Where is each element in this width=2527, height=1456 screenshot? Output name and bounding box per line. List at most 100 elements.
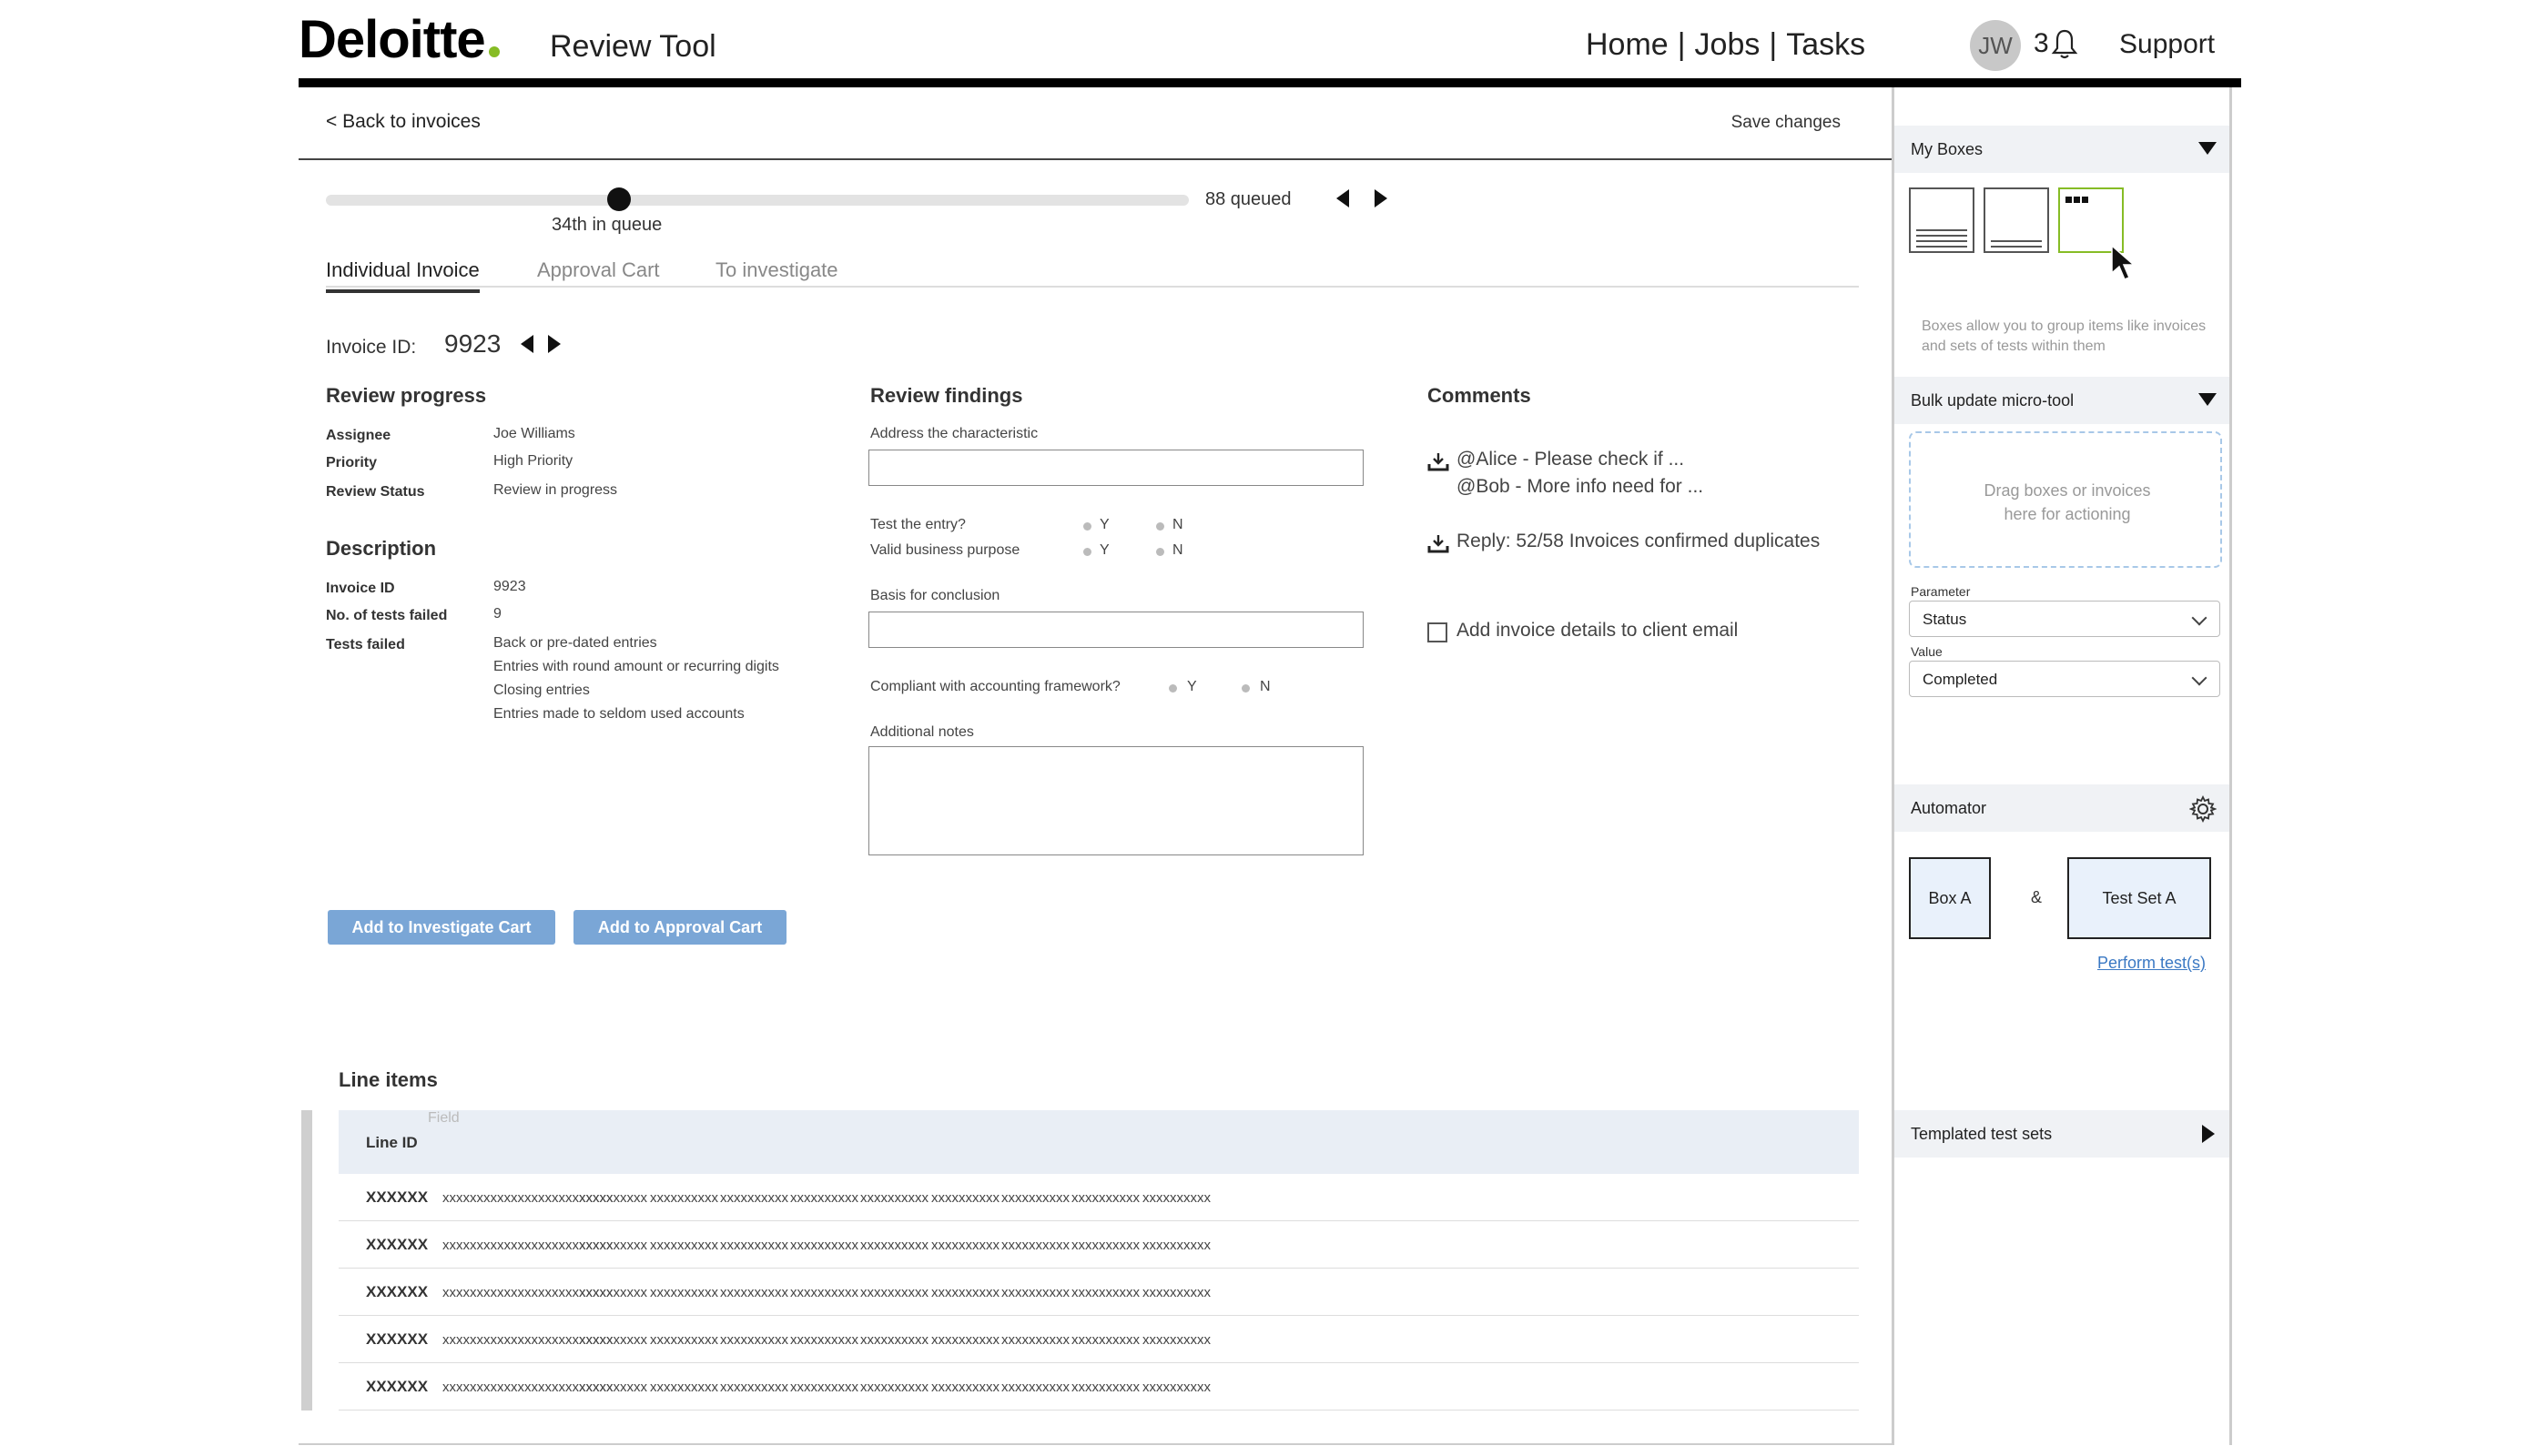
table-cell: xxxxxxxxxx [720,1190,788,1206]
table-cell: xxxxxxxxxx [860,1380,929,1395]
table-cell: xxxxxxxxxx [860,1285,929,1300]
box-thumbnail[interactable] [1909,187,1974,253]
test-entry-label: Test the entry? [870,517,966,532]
add-to-approval-cart-button[interactable]: Add to Approval Cart [573,910,787,945]
invoice-id-desc-label: Invoice ID [326,581,395,596]
table-cell: xxxxxxxxxx [650,1238,718,1253]
tab-approval-cart[interactable]: Approval Cart [537,258,660,289]
review-progress-title: Review progress [326,384,487,407]
next-invoice-arrow-icon[interactable] [548,335,561,353]
comment-thread-line[interactable]: @Alice - Please check if ... [1456,446,1684,473]
table-cell: xxxxxxxxxx [720,1285,788,1300]
valid-purpose-no-radio[interactable] [1156,548,1164,556]
line-id-cell: XXXXXX [366,1283,429,1300]
table-cell: xxxxxxxxxx [790,1190,858,1206]
valid-purpose-label: Valid business purpose [870,542,1020,558]
collapse-icon[interactable] [2198,393,2217,406]
logo-dot [488,46,500,57]
parameter-select[interactable]: Status [1909,601,2220,637]
next-arrow-icon[interactable] [1375,189,1387,207]
download-icon [1427,535,1449,553]
table-cell: xxxxxxxxxx [860,1332,929,1348]
back-to-invoices-link[interactable]: < Back to invoices [326,111,481,133]
line-items-scrollbar[interactable] [301,1110,312,1410]
app-title: Review Tool [550,29,716,64]
collapse-icon[interactable] [2198,142,2217,155]
box-thumbnail[interactable] [1984,187,2049,253]
table-cell: xxxxxxxxxx [650,1380,718,1395]
table-cell: xxxxxxxxxx [1142,1190,1211,1206]
additional-notes-textarea[interactable] [868,746,1364,855]
prev-invoice-arrow-icon[interactable] [521,335,533,353]
table-row[interactable]: XXXXXX xxxxxxxxxxxxxxxxxxxxxxxxx xxxxxxxxx… [339,1316,1859,1363]
test-entry-no-radio[interactable] [1156,522,1164,531]
nav-home[interactable]: Home [1586,27,1669,63]
table-cell: xxxxxxxxxx [579,1190,647,1206]
line-id-cell: XXXXXX [366,1188,429,1206]
nav-jobs[interactable]: Jobs [1695,27,1761,63]
radio-label: Y [1100,542,1110,558]
bulk-update-header[interactable]: Bulk update micro-tool [1894,377,2229,424]
save-changes-link[interactable]: Save changes [1731,113,1841,133]
compliant-yes-radio[interactable] [1169,684,1177,693]
additional-notes-label: Additional notes [870,724,974,740]
tab-individual-invoice[interactable]: Individual Invoice [326,258,480,293]
top-header: Deloitte Review Tool Home | Jobs | Tasks… [299,0,2241,87]
test-set-a[interactable]: Test Set A [2067,857,2211,939]
templated-test-sets-header[interactable]: Templated test sets [1894,1110,2229,1158]
tests-failed-item: Entries with round amount or recurring d… [493,659,779,674]
basis-conclusion-input[interactable] [868,612,1364,648]
expand-icon[interactable] [2202,1125,2215,1143]
logo-text: Deloitte [299,10,486,69]
prev-arrow-icon[interactable] [1336,189,1349,207]
box-a[interactable]: Box A [1909,857,1991,939]
field-hint: Field [428,1110,460,1126]
table-cell: xxxxxxxxxx [1071,1380,1140,1395]
value-select[interactable]: Completed [1909,661,2220,697]
table-cell: xxxxxxxxxx [931,1380,1000,1395]
nav-tasks[interactable]: Tasks [1786,27,1865,63]
radio-label: N [1260,679,1271,694]
comment-reply[interactable]: Reply: 52/58 Invoices confirmed duplicat… [1456,528,1820,555]
bulk-dropzone[interactable]: Drag boxes or invoices here for actionin… [1909,431,2222,568]
table-row[interactable]: XXXXXX xxxxxxxxxxxxxxxxxxxxxxxxx xxxxxxxxx… [339,1174,1859,1221]
table-row[interactable]: XXXXXX xxxxxxxxxxxxxxxxxxxxxxxxx xxxxxxxxx… [339,1363,1859,1410]
add-to-investigate-cart-button[interactable]: Add to Investigate Cart [328,910,555,945]
perform-tests-link[interactable]: Perform test(s) [2097,954,2206,973]
table-row[interactable]: XXXXXX xxxxxxxxxxxxxxxxxxxxxxxxx xxxxxxxxx… [339,1269,1859,1316]
add-details-checkbox[interactable] [1427,622,1447,642]
notifications-button[interactable]: 3 [2034,27,2078,60]
parameter-label: Parameter [1911,584,1971,599]
compliant-no-radio[interactable] [1242,684,1250,693]
basis-conclusion-label: Basis for conclusion [870,588,1000,603]
right-panel: My Boxes Boxes allow you to group items … [1892,87,2232,1445]
notification-count: 3 [2034,28,2049,58]
test-entry-yes-radio[interactable] [1083,522,1091,531]
nav-separator: | [1677,27,1686,62]
tab-to-investigate[interactable]: To investigate [715,258,838,289]
table-row[interactable]: XXXXXX xxxxxxxxxxxxxxxxxxxxxxxxx xxxxxxxxx… [339,1221,1859,1269]
queue-slider-handle[interactable] [607,187,632,211]
nav-separator: | [1769,27,1778,62]
radio-label: Y [1187,679,1197,694]
queue-slider-track[interactable] [326,195,1189,206]
line-items-title: Line items [339,1068,438,1091]
table-cell: xxxxxxxxxx [1142,1238,1211,1253]
address-characteristic-input[interactable] [868,450,1364,486]
line-items-header [339,1110,1859,1174]
my-boxes-header[interactable]: My Boxes [1894,126,2229,173]
compliant-label: Compliant with accounting framework? [870,679,1121,694]
invoice-id-label: Invoice ID: [326,337,417,358]
radio-label: Y [1100,517,1110,532]
avatar[interactable]: JW [1970,20,2021,71]
gear-icon[interactable] [2189,795,2217,823]
table-cell: xxxxxxxxxx [860,1238,929,1253]
comment-thread-line[interactable]: @Bob - More info need for ... [1456,473,1703,500]
parameter-select-value: Status [1923,611,1967,628]
brand-logo[interactable]: Deloitte [299,9,500,70]
table-cell: xxxxxxxxxx [1001,1285,1070,1300]
table-cell: xxxxxxxxxx [1071,1190,1140,1206]
support-link[interactable]: Support [2119,29,2215,60]
valid-purpose-yes-radio[interactable] [1083,548,1091,556]
table-cell: xxxxxxxxxx [650,1285,718,1300]
